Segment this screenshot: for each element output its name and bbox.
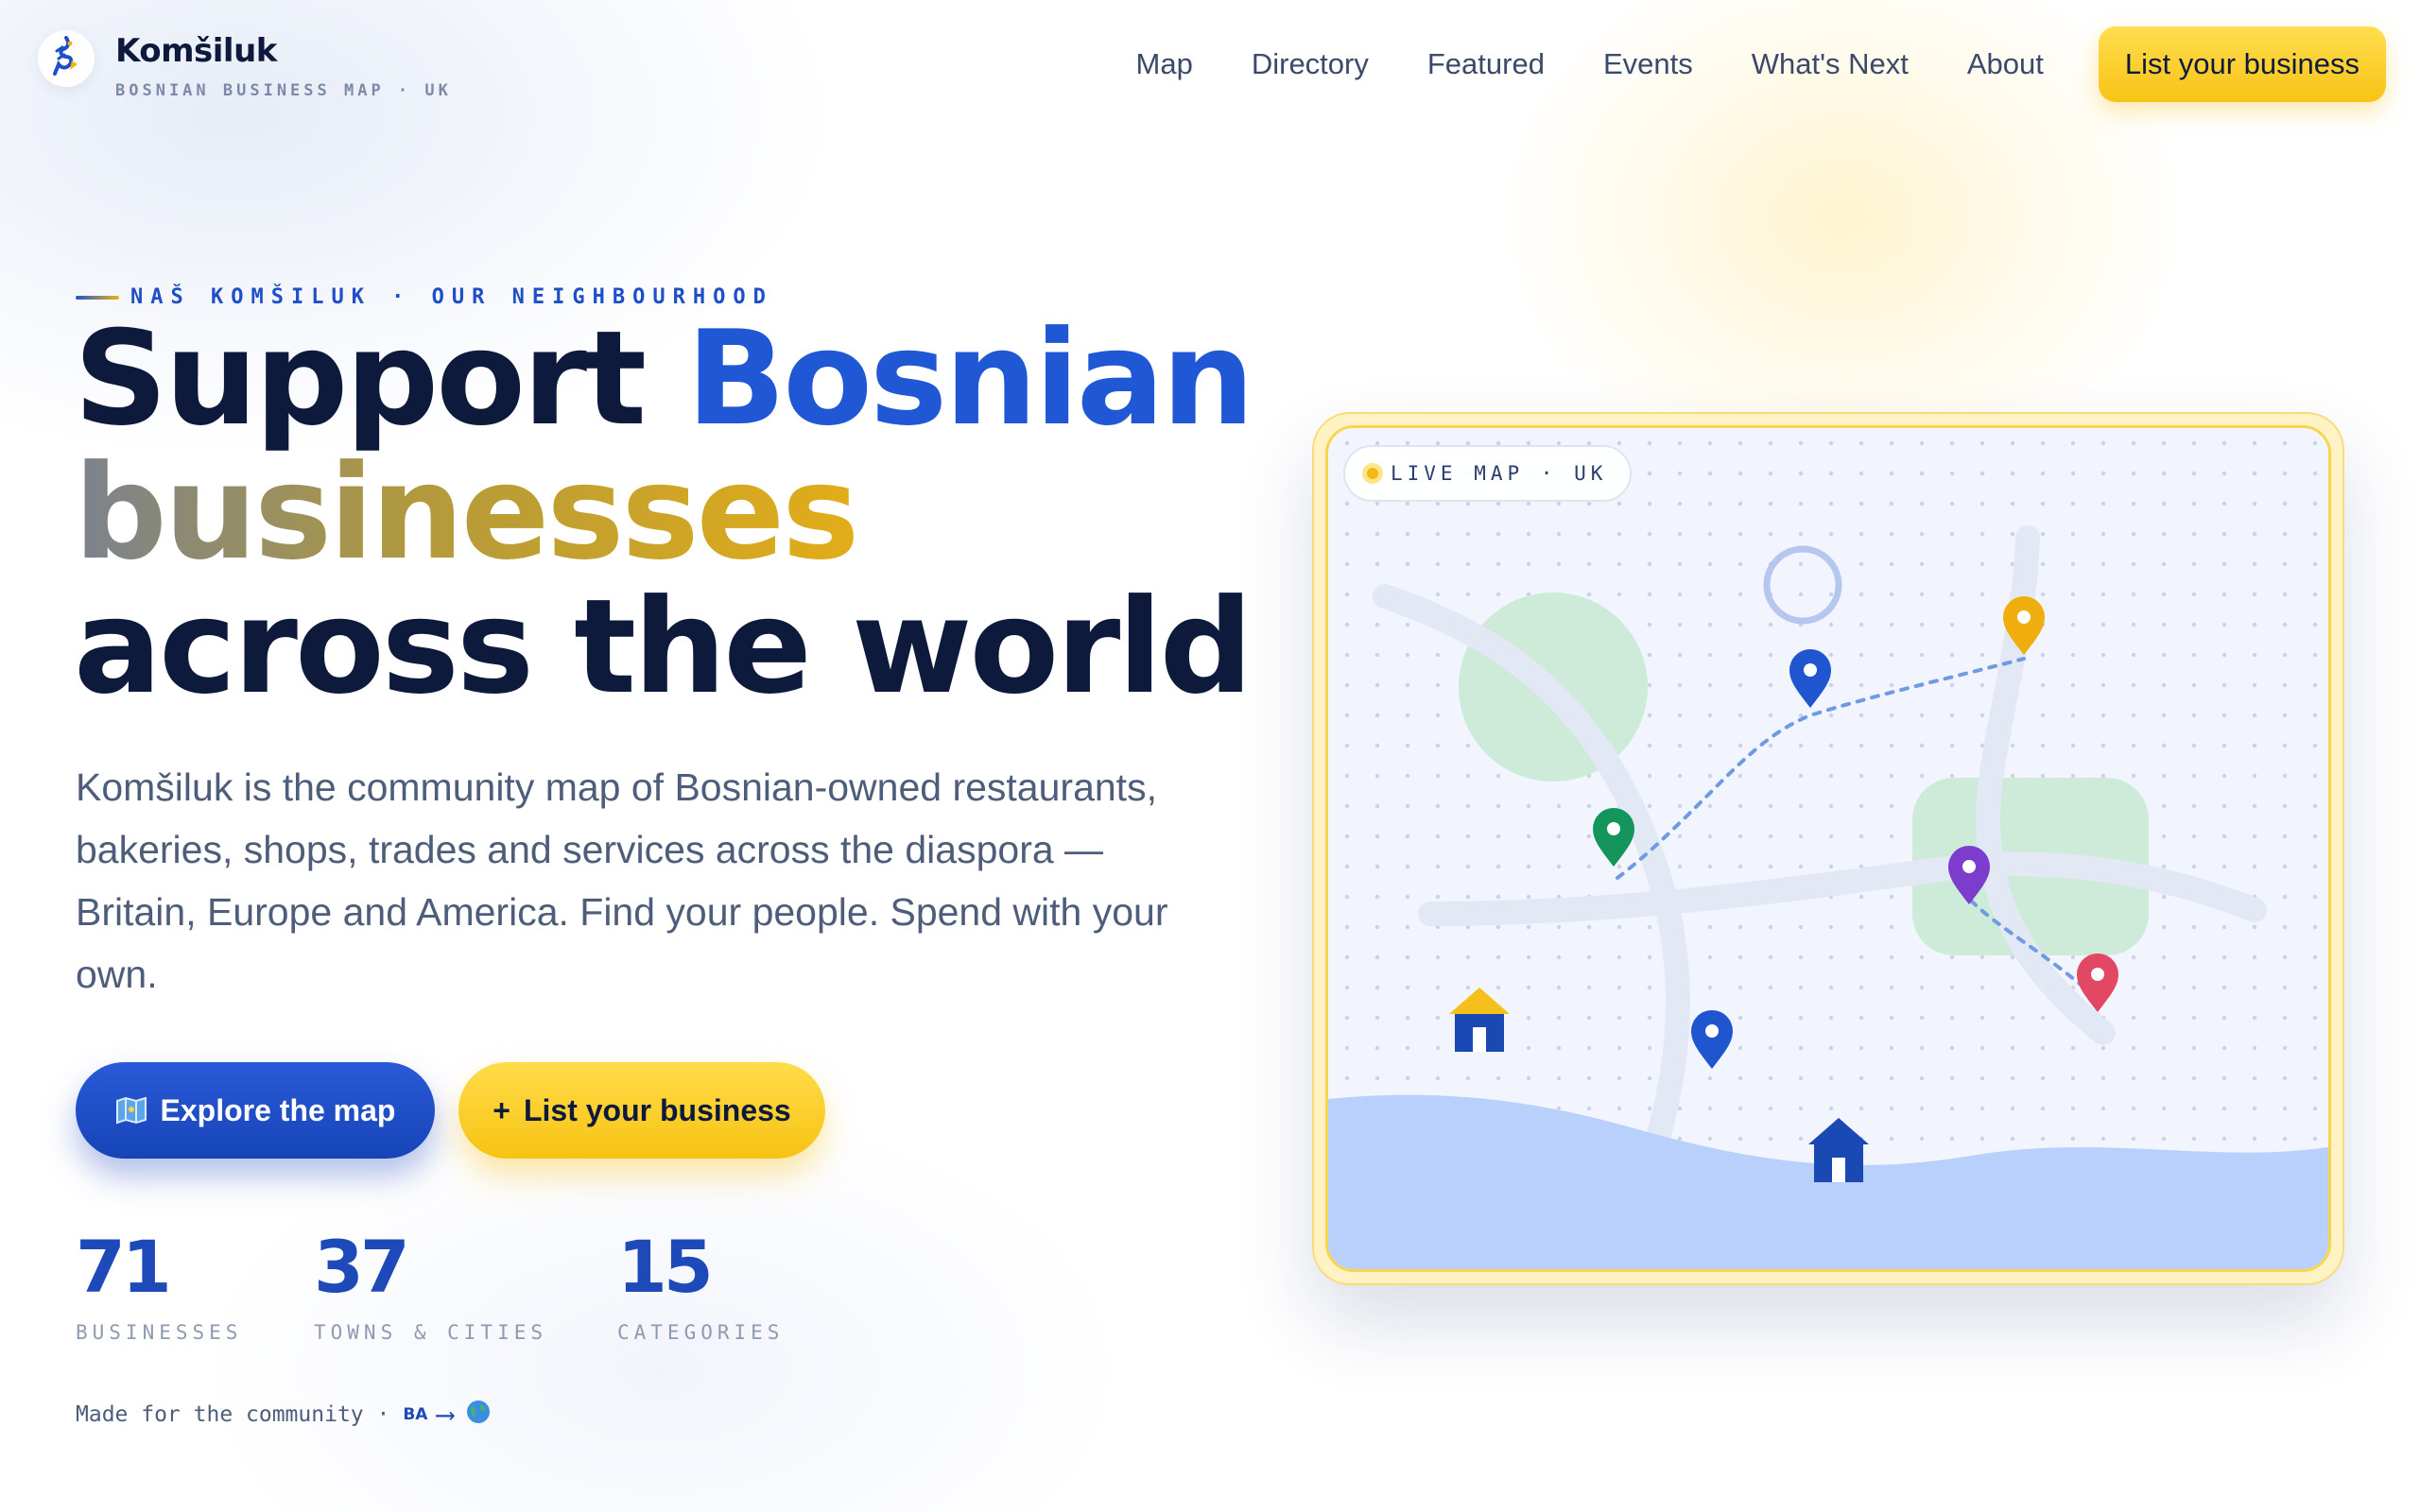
credit-text: Made for the community ·	[76, 1401, 390, 1427]
brand-logo-icon	[38, 30, 95, 87]
main-nav: Map Directory Featured Events What's Nex…	[1136, 26, 2386, 102]
live-map-badge: LIVE MAP · UK	[1343, 445, 1633, 502]
stats-row: 71 BUSINESSES 37 TOWNS & CITIES 15 CATEG…	[76, 1225, 825, 1344]
headline-part-2: across the world	[74, 571, 1253, 723]
nav-link-whats-next[interactable]: What's Next	[1752, 47, 1909, 81]
brand-tagline: BOSNIAN BUSINESS MAP · UK	[115, 81, 452, 100]
brand-name: Komšiluk	[115, 32, 277, 70]
explore-map-button[interactable]: Explore the map	[76, 1062, 435, 1159]
nav-link-map[interactable]: Map	[1136, 47, 1193, 81]
stat-towns-cities: 37 TOWNS & CITIES	[314, 1225, 617, 1344]
nav-link-featured[interactable]: Featured	[1427, 47, 1545, 81]
live-indicator-icon	[1362, 463, 1383, 484]
stat-label: CATEGORIES	[617, 1321, 785, 1344]
headline-highlight-businesses: businesses	[74, 437, 859, 589]
hero-headline: Support Bosnian businesses across the wor…	[74, 312, 1284, 714]
nav-link-about[interactable]: About	[1967, 47, 2044, 81]
live-map-badge-label: LIVE MAP · UK	[1391, 462, 1608, 485]
stat-label: BUSINESSES	[76, 1321, 243, 1344]
map-canvas[interactable]: LIVE MAP · UK	[1325, 425, 2331, 1272]
nav-link-events[interactable]: Events	[1603, 47, 1693, 81]
stat-value: 15	[617, 1225, 714, 1309]
stat-categories: 15 CATEGORIES	[617, 1225, 825, 1344]
explore-map-label: Explore the map	[160, 1092, 396, 1127]
live-map-card[interactable]: LIVE MAP · UK	[1312, 412, 2344, 1285]
list-business-hero-button[interactable]: + List your business	[458, 1062, 825, 1159]
stat-value: 37	[314, 1225, 410, 1309]
map-illustration	[1328, 428, 2328, 1269]
headline-part-1: Support	[74, 302, 687, 455]
arrow-right-icon: ⟶	[437, 1399, 454, 1430]
brand[interactable]: Komšiluk BOSNIAN BUSINESS MAP · UK	[38, 30, 452, 100]
community-credit: Made for the community · BA ⟶	[76, 1399, 491, 1430]
globe-icon	[466, 1400, 491, 1430]
stat-value: 71	[76, 1225, 172, 1309]
plus-icon: +	[493, 1092, 510, 1127]
site-header: Komšiluk BOSNIAN BUSINESS MAP · UK Map D…	[0, 0, 2420, 132]
nav-link-directory[interactable]: Directory	[1252, 47, 1369, 81]
list-business-label: List your business	[523, 1092, 791, 1127]
eyebrow-accent-bar	[76, 295, 119, 300]
stat-label: TOWNS & CITIES	[314, 1321, 548, 1344]
map-icon	[115, 1096, 147, 1125]
headline-highlight-bosnian: Bosnian	[686, 302, 1254, 455]
list-business-nav-button[interactable]: List your business	[2098, 26, 2386, 102]
hero-lead-paragraph: Komšiluk is the community map of Bosnian…	[76, 765, 1168, 996]
stat-businesses: 71 BUSINESSES	[76, 1225, 314, 1344]
credit-country-code: BA	[403, 1404, 428, 1424]
